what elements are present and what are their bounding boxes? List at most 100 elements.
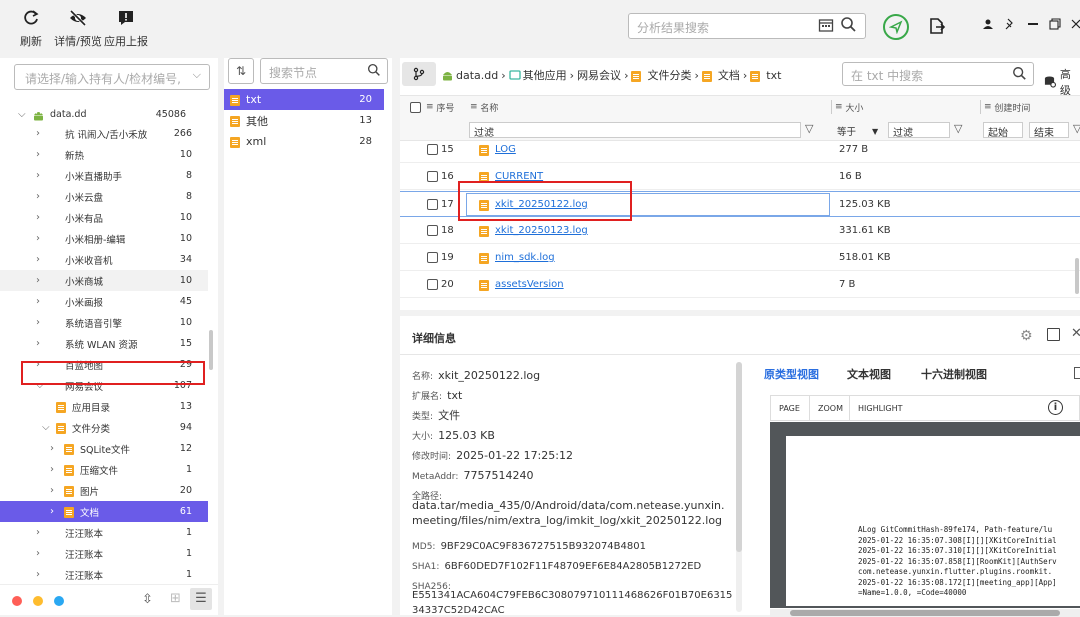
tree-item[interactable]: › 小米云盘 8 [0,186,208,207]
tree-root[interactable]: ⌵ data.dd 45086 [0,104,200,125]
holder-select[interactable]: 请选择/输入持有人/检材编号, ⌵ [14,64,210,90]
tree-item[interactable]: › 汪汪账本 1 [0,522,208,543]
row-checkbox[interactable] [427,144,438,155]
tree-item[interactable]: 应用目录 13 [0,396,208,417]
chevron-right-icon[interactable]: › [36,338,40,349]
pin-icon[interactable] [1004,18,1016,30]
column-created[interactable]: ≡ 创建时间 [984,96,1030,118]
red-dot-icon[interactable] [12,596,22,606]
advanced-search-button[interactable]: 高级 [1044,66,1080,98]
file-name-link[interactable]: xkit_20250123.log [495,225,588,236]
chevron-right-icon[interactable]: › [36,317,40,328]
tree-scrollbar[interactable] [209,330,213,370]
tree-item[interactable]: › 小米相册-编辑 10 [0,228,208,249]
start-time-input[interactable]: 起始 [983,122,1023,139]
page-button[interactable]: PAGE [779,404,800,413]
column-name[interactable]: ≡ 名称 [470,96,498,118]
chevron-right-icon[interactable]: › [50,506,54,517]
table-row[interactable]: 15 LOG 277 B [400,142,1080,163]
filter-icon[interactable]: ▽ [954,122,962,135]
chevron-right-icon[interactable]: › [36,191,40,202]
tree-item[interactable]: › 文档 61 [0,501,208,522]
breadcrumb-item[interactable]: 其他应用 [523,67,567,83]
filter-icon[interactable]: ▽ [805,122,813,135]
table-scrollbar[interactable] [1075,258,1079,294]
chevron-right-icon[interactable]: › [50,443,54,454]
chevron-right-icon[interactable]: › [36,548,40,559]
end-time-input[interactable]: 结束 [1029,122,1069,139]
user-icon[interactable] [982,18,994,30]
row-checkbox[interactable] [427,171,438,182]
category-item[interactable]: txt 20 [224,89,384,110]
highlight-button[interactable]: HIGHLIGHT [858,404,903,413]
close-details-icon[interactable]: ✕ [1071,326,1080,341]
breadcrumb-item-current[interactable]: txt [766,69,781,82]
tree-item[interactable]: › 小米商城 10 [0,270,208,291]
search-icon[interactable] [840,16,857,33]
tree-item[interactable]: › 小米直播助手 8 [0,165,208,186]
tab-hex-view[interactable]: 十六进制视图 [921,366,987,382]
breadcrumb-item[interactable]: 网易会议 [577,67,621,83]
size-operator-select[interactable]: 等于 ▼ [837,124,878,139]
minimize-icon[interactable] [1028,23,1038,25]
tree-item[interactable]: › 抗 讯闹入/舌小禾放 266 [0,123,208,144]
collapse-icon[interactable]: ⇳ [142,592,153,607]
export-icon[interactable] [928,17,946,35]
tree-item[interactable]: › 汪汪账本 1 [0,543,208,564]
column-index[interactable]: ≡ 序号 [410,96,454,118]
tree-item[interactable]: › 系统语音引擎 10 [0,312,208,333]
chevron-right-icon[interactable]: › [36,212,40,223]
row-checkbox[interactable] [427,252,438,263]
chevron-right-icon[interactable]: › [36,275,40,286]
report-button[interactable]: 应用上报 [103,6,149,49]
file-name-link[interactable]: LOG [495,144,516,155]
column-size[interactable]: ≡ 大小 [835,96,863,118]
chevron-right-icon[interactable]: › [36,233,40,244]
maximize-icon[interactable] [1049,18,1061,30]
tab-text-view[interactable]: 文本视图 [847,366,891,382]
breadcrumb-item[interactable]: 文档 [718,67,740,83]
tree-item[interactable]: › 小米画报 45 [0,291,208,312]
send-icon[interactable] [883,14,909,40]
chevron-right-icon[interactable]: › [36,569,40,580]
grid-view-icon[interactable]: ⊞ [170,591,181,606]
category-item[interactable]: xml 28 [224,131,384,152]
sort-button[interactable]: ⇅ [228,58,254,84]
tree-item[interactable]: › 小米有品 10 [0,207,208,228]
table-row[interactable]: 19 nim_sdk.log 518.01 KB [400,245,1080,271]
chevron-right-icon[interactable]: › [50,464,54,475]
folder-search-input[interactable]: 在 txt 中搜索 [842,62,1034,86]
panel-toggle-icon[interactable] [1047,328,1060,341]
tree-item[interactable]: › 汪汪账本 1 [0,564,208,585]
calendar-icon[interactable] [818,17,834,33]
yellow-dot-icon[interactable] [33,596,43,606]
close-icon[interactable] [1071,18,1080,30]
refresh-button[interactable]: 刷新 [18,6,44,49]
row-checkbox[interactable] [427,279,438,290]
chevron-down-icon[interactable]: ⌵ [42,422,50,433]
select-all-checkbox[interactable] [410,101,421,113]
chevron-right-icon[interactable]: › [36,149,40,160]
info-icon[interactable]: i [1048,400,1063,415]
file-name-link[interactable]: assetsVersion [495,279,564,290]
category-item[interactable]: 其他 13 [224,110,384,131]
node-search-input[interactable]: 搜索节点 [260,58,388,84]
tree-item[interactable]: › 压缩文件 1 [0,459,208,480]
chevron-right-icon[interactable]: › [50,485,54,496]
list-view-icon[interactable]: ☰ [190,588,212,610]
name-filter-input[interactable]: 过滤 [469,122,801,139]
tree-item[interactable]: › 系统 WLAN 资源 15 [0,333,208,354]
size-filter-input[interactable]: 过滤 [888,122,950,139]
breadcrumb-item[interactable]: 文件分类 [647,67,691,83]
chevron-right-icon[interactable]: › [36,128,40,139]
zoom-button[interactable]: ZOOM [818,404,843,413]
tab-raw-view[interactable]: 原类型视图 [764,366,819,382]
tree-item[interactable]: › 小米收音机 34 [0,249,208,270]
table-row[interactable]: 20 assetsVersion 7 B [400,272,1080,298]
expand-icon[interactable] [1074,367,1080,379]
row-checkbox[interactable] [427,225,438,236]
breadcrumb-item[interactable]: data.dd [456,69,498,82]
details-preview-button[interactable]: 详情/预览 [54,6,102,49]
tree-item[interactable]: › 图片 20 [0,480,208,501]
tree-item[interactable]: › 新热 10 [0,144,208,165]
